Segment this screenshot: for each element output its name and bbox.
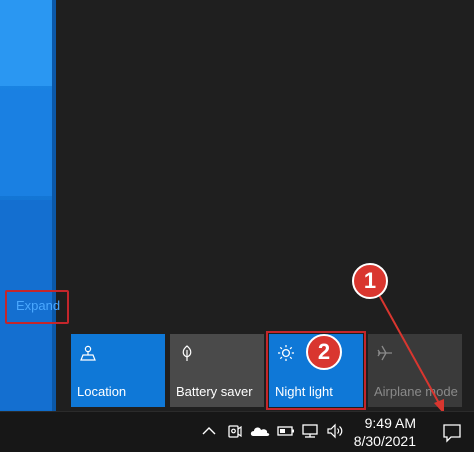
callout-badge-2: 2 xyxy=(306,334,342,370)
expand-link[interactable]: Expand xyxy=(16,298,60,313)
notification-icon xyxy=(443,424,461,443)
network-icon[interactable] xyxy=(300,420,320,442)
taskbar-clock[interactable]: 9:49 AM 8/30/2021 xyxy=(350,414,416,450)
battery-icon[interactable] xyxy=(276,420,296,442)
callout-badge-1: 1 xyxy=(352,263,388,299)
quick-action-location[interactable]: Location xyxy=(71,334,165,407)
desktop-background xyxy=(0,0,56,411)
onedrive-cloud-icon[interactable] xyxy=(248,420,272,442)
clock-date: 8/30/2021 xyxy=(353,433,416,449)
tile-label: Location xyxy=(77,384,127,399)
meet-now-icon[interactable] xyxy=(224,420,244,442)
tile-label: Airplane mode xyxy=(374,384,458,399)
taskbar: 9:49 AM 8/30/2021 xyxy=(0,411,474,452)
wallpaper-pane xyxy=(0,90,52,196)
wallpaper-pane xyxy=(0,0,52,86)
volume-icon[interactable] xyxy=(325,420,345,442)
notification-center-button[interactable] xyxy=(428,412,474,452)
tile-label: Battery saver xyxy=(176,384,253,399)
quick-action-airplane-mode[interactable]: Airplane mode xyxy=(368,334,462,407)
chevron-up-icon[interactable] xyxy=(199,420,219,442)
quick-action-battery-saver[interactable]: Battery saver xyxy=(170,334,264,407)
location-icon xyxy=(80,345,96,361)
airplane-icon xyxy=(377,345,392,361)
battery-saver-icon xyxy=(182,345,192,361)
clock-time: 9:49 AM xyxy=(364,415,416,431)
